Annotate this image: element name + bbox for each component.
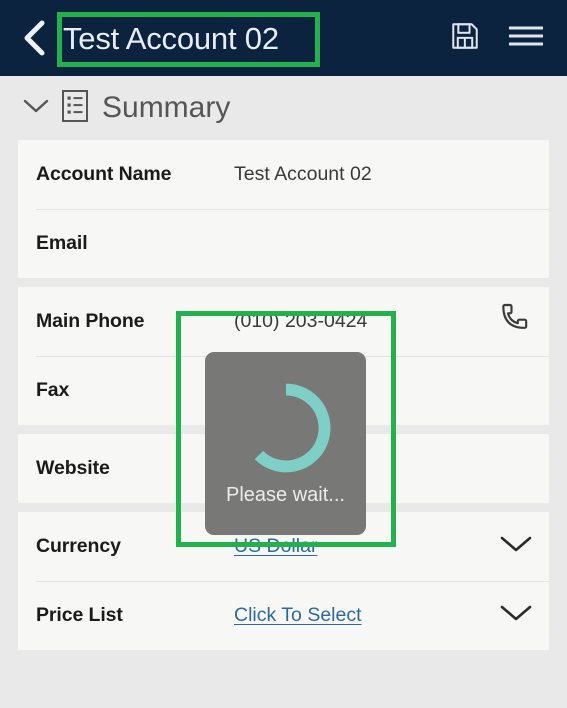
floppy-disk-save-icon <box>449 20 481 57</box>
back-button[interactable] <box>14 16 54 60</box>
field-row-email[interactable]: Email <box>18 209 549 278</box>
loading-text: Please wait... <box>226 484 345 506</box>
app-bar: Test Account 02 <box>0 0 567 76</box>
list-document-icon <box>61 89 89 128</box>
price-list-dropdown-button[interactable] <box>483 602 549 629</box>
save-button[interactable] <box>449 20 481 57</box>
loading-overlay: Please wait... <box>205 352 366 535</box>
loading-spinner-icon <box>238 380 334 476</box>
field-value[interactable]: Test Account 02 <box>234 163 549 186</box>
field-row-account-name[interactable]: Account Name Test Account 02 <box>18 140 549 209</box>
currency-dropdown-button[interactable] <box>483 533 549 560</box>
chevron-down-icon <box>499 533 533 560</box>
call-button[interactable] <box>483 299 549 344</box>
field-label: Currency <box>36 535 121 557</box>
app-bar-actions <box>449 20 545 57</box>
page-title: Test Account 02 <box>63 22 279 54</box>
field-row-price-list[interactable]: Price List Click To Select <box>18 581 549 650</box>
section-title: Summary <box>102 91 231 124</box>
field-value-link[interactable]: Click To Select <box>234 604 483 627</box>
phone-icon <box>496 299 536 344</box>
field-value-link[interactable]: US Dollar <box>234 535 483 558</box>
field-label: Price List <box>36 604 123 626</box>
menu-button[interactable] <box>507 23 545 54</box>
section-header-summary[interactable]: Summary <box>0 76 567 140</box>
field-value[interactable]: (010) 203-0424 <box>234 310 483 333</box>
field-row-main-phone[interactable]: Main Phone (010) 203-0424 <box>18 287 549 356</box>
card-account-info: Account Name Test Account 02 Email <box>18 140 549 278</box>
chevron-down-icon[interactable] <box>22 97 50 120</box>
hamburger-menu-icon <box>507 23 545 54</box>
chevron-down-icon <box>499 602 533 629</box>
chevron-left-icon <box>21 20 47 56</box>
field-label: Main Phone <box>36 310 145 332</box>
field-label: Email <box>36 232 88 254</box>
field-label: Account Name <box>36 163 172 185</box>
